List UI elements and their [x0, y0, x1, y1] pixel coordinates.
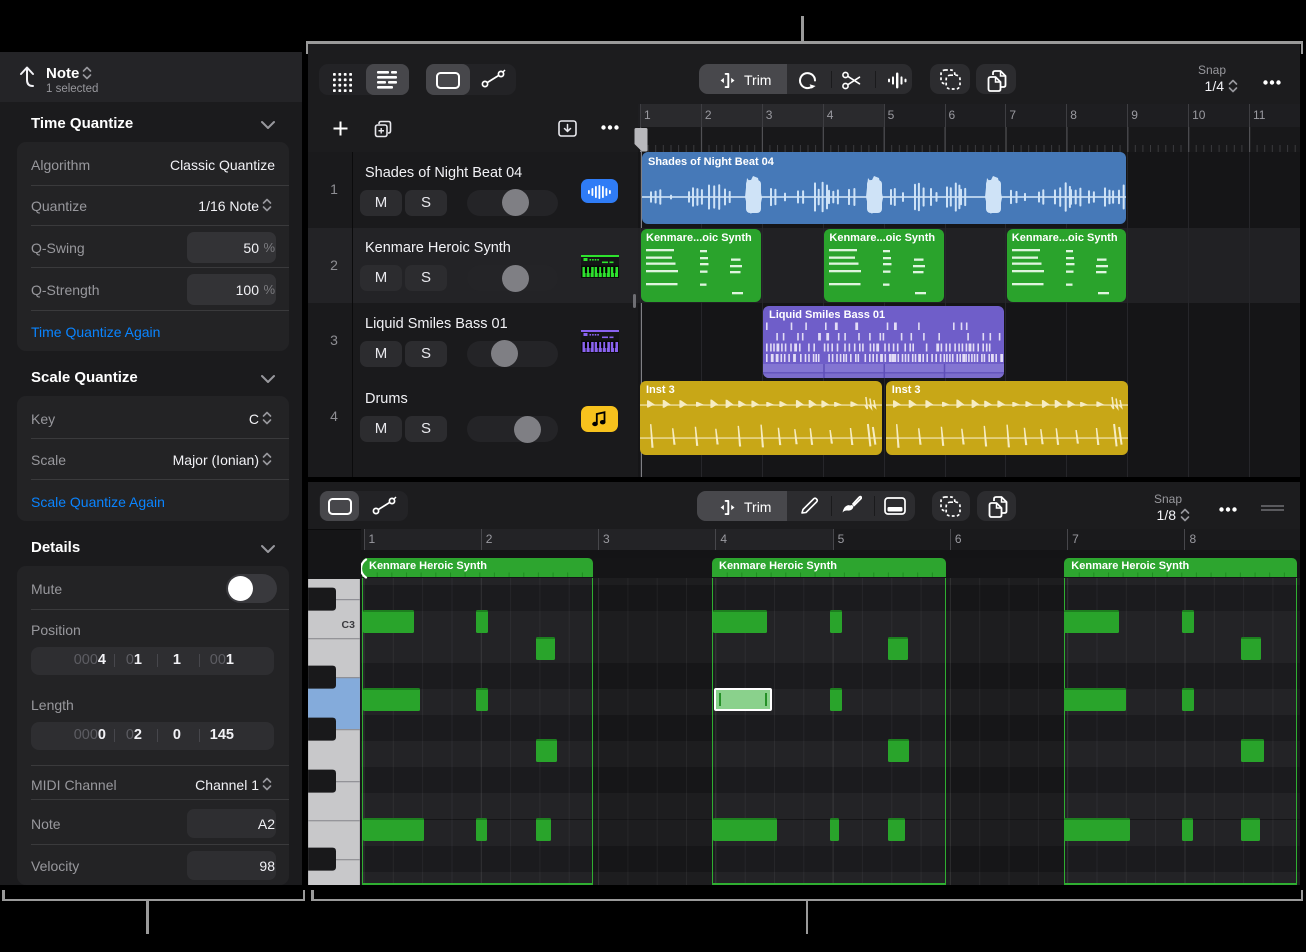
- svg-text:C3: C3: [342, 619, 356, 630]
